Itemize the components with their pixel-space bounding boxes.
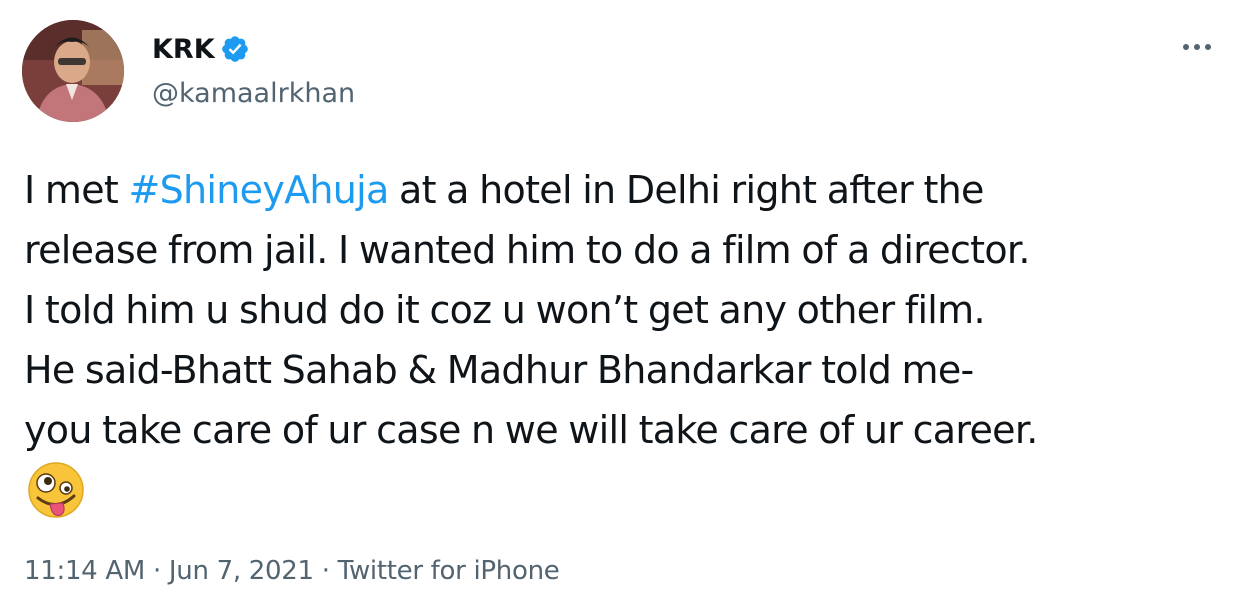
tweet-meta: 11:14 AM · Jun 7, 2021 · Twitter for iPh… bbox=[24, 556, 560, 586]
tweet-line: I told him u shud do it coz u won’t get … bbox=[24, 288, 986, 332]
author-handle[interactable]: @kamaalrkhan bbox=[152, 78, 355, 109]
meta-separator: · bbox=[321, 556, 330, 586]
more-dots-icon bbox=[1183, 44, 1211, 50]
meta-separator: · bbox=[152, 556, 161, 586]
more-options-button[interactable] bbox=[1179, 34, 1215, 60]
tweet-text-segment: I met bbox=[24, 168, 129, 212]
verified-badge-icon bbox=[220, 34, 250, 64]
display-name[interactable]: KRK bbox=[152, 34, 215, 65]
tweet-text: I met #ShineyAhuja at a hotel in Delhi r… bbox=[24, 160, 1224, 460]
hashtag-link[interactable]: #ShineyAhuja bbox=[128, 168, 389, 212]
tweet-date-link[interactable]: Jun 7, 2021 bbox=[169, 556, 314, 586]
tweet-time-link[interactable]: 11:14 AM bbox=[24, 556, 145, 586]
tweet-source-link[interactable]: Twitter for iPhone bbox=[338, 556, 560, 586]
tweet-line: release from jail. I wanted him to do a … bbox=[24, 228, 1030, 272]
author-name-row[interactable]: KRK bbox=[152, 31, 250, 67]
tweet-line: I met #ShineyAhuja at a hotel in Delhi r… bbox=[24, 160, 1224, 220]
avatar[interactable] bbox=[22, 20, 124, 122]
zany-face-emoji bbox=[26, 460, 86, 520]
tweet-text-segment: at a hotel in Delhi right after the bbox=[388, 168, 984, 212]
tweet-line: you take care of ur case n we will take … bbox=[24, 408, 1038, 452]
tweet-line: He said-Bhatt Sahab & Madhur Bhandarkar … bbox=[24, 348, 974, 392]
